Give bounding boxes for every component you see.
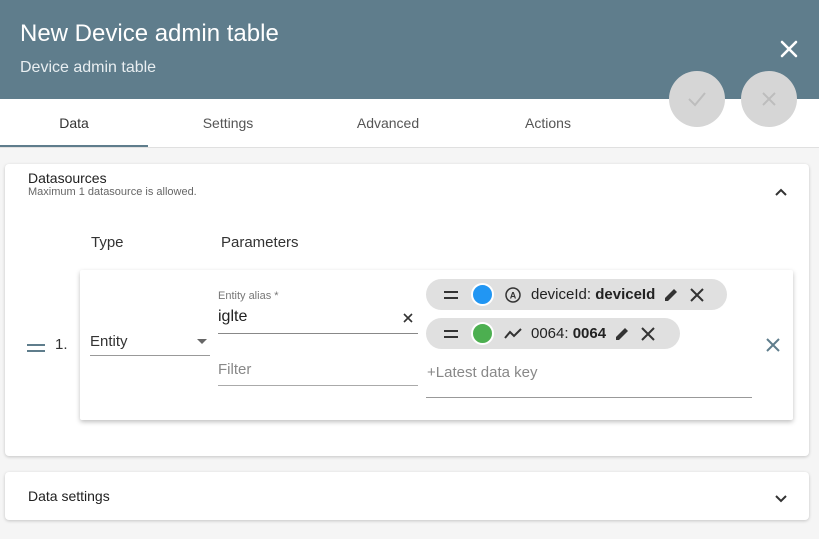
drag-handle-icon[interactable] (444, 290, 458, 300)
entity-alias-label: Entity alias * (218, 290, 279, 302)
check-icon (688, 92, 706, 107)
tab-advanced[interactable]: Advanced (314, 99, 462, 147)
widget-config-dialog: New Device admin table Device admin tabl… (0, 0, 819, 539)
remove-key-icon[interactable] (640, 326, 656, 342)
dialog-subtitle: Device admin table (20, 59, 157, 76)
remove-datasource-icon[interactable] (765, 337, 781, 353)
dropdown-arrow-icon (197, 339, 207, 344)
entity-alias-value: iglte (218, 308, 248, 325)
datasources-panel: Datasources Maximum 1 datasource is allo… (5, 164, 809, 456)
tab-data[interactable]: Data (0, 99, 148, 147)
clear-icon[interactable] (402, 312, 414, 324)
svg-text:A: A (510, 290, 517, 300)
latest-data-key-input[interactable]: +Latest data key (426, 360, 752, 398)
column-header-type: Type (91, 234, 124, 251)
key-color-swatch[interactable] (471, 283, 494, 306)
latest-data-key-placeholder: +Latest data key (427, 364, 538, 381)
datasource-index: 1. (55, 336, 68, 353)
tab-settings[interactable]: Settings (154, 99, 302, 147)
data-key-chip[interactable]: A deviceId: deviceId (426, 279, 727, 310)
datasource-row: Entity Entity alias * iglte Filter A dev… (80, 270, 793, 420)
column-header-parameters: Parameters (221, 234, 299, 251)
data-key-chip[interactable]: 0064: 0064 (426, 318, 680, 349)
data-key-label: deviceId: deviceId (531, 286, 656, 303)
filter-placeholder: Filter (218, 361, 252, 378)
drag-handle-icon[interactable] (27, 342, 45, 354)
close-icon (762, 92, 776, 106)
key-color-swatch[interactable] (471, 322, 494, 345)
chevron-up-icon[interactable] (772, 184, 790, 202)
filter-input[interactable]: Filter (218, 358, 418, 386)
datasource-type-select[interactable]: Entity (90, 330, 210, 356)
dialog-title: New Device admin table (20, 20, 279, 47)
edit-icon[interactable] (613, 325, 631, 343)
close-icon[interactable] (778, 38, 800, 60)
drag-handle-icon[interactable] (444, 329, 458, 339)
data-settings-panel[interactable]: Data settings (5, 472, 809, 520)
remove-key-icon[interactable] (689, 287, 705, 303)
chevron-down-icon[interactable] (772, 489, 790, 507)
apply-button[interactable] (669, 71, 725, 127)
attribute-icon: A (505, 286, 521, 303)
data-settings-title: Data settings (28, 488, 110, 504)
edit-icon[interactable] (662, 286, 680, 304)
datasources-title: Datasources (28, 170, 107, 186)
tab-actions[interactable]: Actions (474, 99, 622, 147)
cancel-button[interactable] (741, 71, 797, 127)
entity-alias-input[interactable]: iglte (218, 306, 418, 334)
datasource-type-value: Entity (90, 333, 128, 350)
datasources-subtitle: Maximum 1 datasource is allowed. (28, 186, 197, 198)
data-key-label: 0064: 0064 (531, 325, 607, 342)
timeseries-icon (504, 327, 522, 339)
